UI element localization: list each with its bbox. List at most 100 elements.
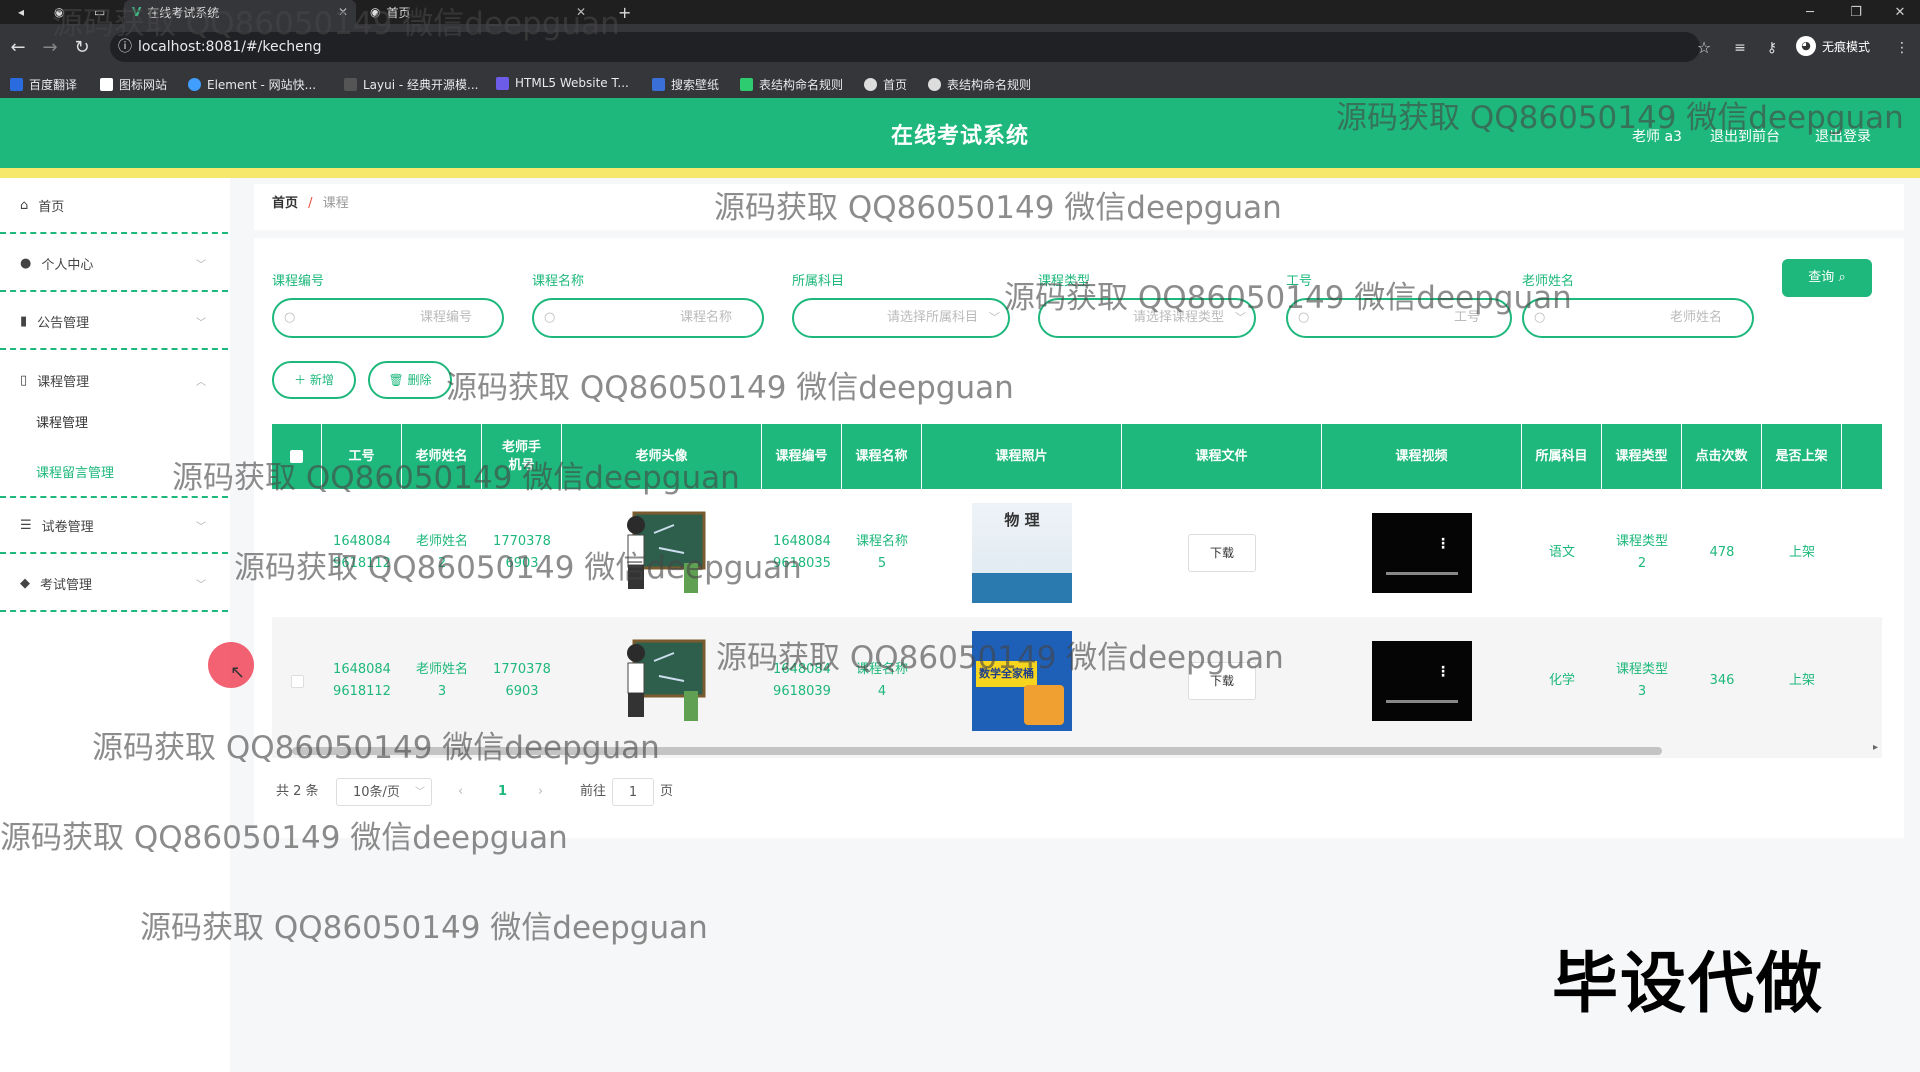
breadcrumb: 首页 / 课程 — [254, 184, 1904, 230]
horizontal-scrollbar[interactable]: ▸ — [272, 742, 1882, 758]
sidebar-item-course[interactable]: ▯ 课程管理 ︿ — [0, 352, 228, 408]
exam-icon: ◆ — [20, 575, 30, 591]
chevron-up-icon: ︿ — [196, 376, 206, 388]
logout-link[interactable]: 退出登录 — [1815, 126, 1871, 146]
reload-icon[interactable]: ↻ — [70, 36, 94, 60]
sidebar-item-label: 首页 — [38, 199, 65, 215]
course-video[interactable]: ⋮ — [1322, 617, 1522, 745]
close-icon[interactable]: ✕ — [338, 5, 348, 19]
bookmark-item[interactable]: Layui - 经典开源模... — [344, 76, 478, 93]
course-icon: ▯ — [20, 372, 28, 388]
teacher-illustration-icon — [627, 511, 706, 593]
bookmark-label: 首页 — [883, 78, 908, 92]
button-label: 查询 — [1808, 270, 1835, 285]
close-window-icon[interactable]: ✕ — [1880, 0, 1920, 24]
sidebar-item-paper[interactable]: ☰ 试卷管理 ﹀ — [0, 498, 228, 554]
key-icon[interactable]: ⚷ — [1760, 36, 1784, 60]
bookmarks-bar: 百度翻译 图标网站 Element - 网站快... Layui - 经典开源模… — [0, 70, 1920, 98]
goto-page-input[interactable]: 1 — [612, 778, 654, 806]
physics-book-cover: 物 理 — [972, 503, 1072, 603]
video-progress[interactable] — [1386, 700, 1458, 703]
cell-course-code: 1648084 9618035 — [773, 534, 831, 571]
delete-button[interactable]: 🗑 删除 — [368, 361, 452, 399]
window-icon[interactable]: ▭ — [86, 0, 116, 24]
bookmark-label: 搜索壁纸 — [671, 78, 720, 92]
course-file: 下载 — [1122, 489, 1322, 617]
next-page-icon[interactable]: › — [538, 778, 543, 806]
bookmark-item[interactable]: 表结构命名规则 — [928, 76, 1031, 93]
url-input[interactable]: ⓘ localhost:8081/#/kecheng — [110, 32, 1700, 62]
add-button[interactable]: ＋ 新增 — [272, 361, 356, 399]
forward-arrow-icon[interactable]: → — [38, 36, 62, 60]
teacher-name-input[interactable]: ○ 老师姓名 — [1522, 298, 1754, 338]
filter-label: 课程类型 — [1038, 274, 1091, 289]
flag-icon — [100, 78, 113, 91]
column-header: 课程名称 — [842, 424, 922, 489]
tab-exam-system[interactable]: V 在线考试系统 ✕ — [124, 0, 356, 24]
scrollbar-thumb[interactable] — [292, 747, 1662, 755]
select-all-checkbox[interactable] — [272, 424, 322, 489]
video-progress[interactable] — [1386, 572, 1458, 575]
course-file: 下载 — [1122, 617, 1322, 745]
sidebar-item-profile[interactable]: ● 个人中心 ﹀ — [0, 236, 228, 292]
reading-list-icon[interactable]: ≡ — [1728, 36, 1752, 60]
download-button[interactable]: 下载 — [1188, 534, 1256, 572]
promo-stamp: 毕设代做 — [1552, 945, 1824, 1022]
page-number-current[interactable]: 1 — [498, 778, 507, 806]
element-icon — [188, 78, 201, 91]
sidebar-sub-comment[interactable]: 课程留言管理 — [36, 462, 114, 481]
incognito-badge[interactable]: ◕ 无痕模式 — [1796, 36, 1870, 56]
video-player[interactable]: ⋮ — [1372, 513, 1472, 593]
back-arrow-icon[interactable]: ← — [6, 36, 30, 60]
search-icon: ○ — [284, 310, 296, 325]
page-size-select[interactable]: 10条/页 ﹀ — [336, 778, 432, 806]
row-checkbox[interactable] — [272, 489, 322, 617]
breadcrumb-home[interactable]: 首页 — [272, 196, 298, 211]
incognito-icon: ◕ — [1796, 36, 1816, 56]
more-vertical-icon[interactable]: ⋮ — [1436, 661, 1450, 683]
more-menu-icon[interactable]: ⋮ — [1890, 36, 1914, 60]
bookmark-item[interactable]: HTML5 Website T... — [496, 76, 629, 90]
prev-page-icon[interactable]: ‹ — [458, 778, 463, 806]
subject-select[interactable]: 请选择所属科目 ﹀ — [792, 298, 1010, 338]
more-vertical-icon[interactable]: ⋮ — [1436, 533, 1450, 555]
sidebar-item-exam[interactable]: ◆ 考试管理 ﹀ — [0, 556, 228, 612]
bookmark-item[interactable]: 表结构命名规则 — [740, 76, 843, 93]
staff-id-input[interactable]: ○ 工号 — [1286, 298, 1512, 338]
sidebar-item-notice[interactable]: ▮ 公告管理 ﹀ — [0, 294, 228, 350]
teacher-avatar — [562, 489, 762, 617]
globe-icon[interactable]: ◉ — [46, 0, 76, 24]
tab-home[interactable]: ◉ 首页 ✕ — [362, 0, 594, 24]
course-type-select[interactable]: 请选择课程类型 ﹀ — [1038, 298, 1256, 338]
bookmark-item[interactable]: 图标网站 — [100, 76, 167, 93]
tab-label: 首页 — [386, 5, 411, 20]
restore-icon[interactable]: ❐ — [1836, 0, 1876, 24]
back-tab-icon[interactable]: ◂ — [10, 0, 40, 24]
scroll-right-icon[interactable]: ▸ — [1873, 742, 1878, 753]
bookmark-item[interactable]: Element - 网站快... — [188, 76, 316, 93]
video-player[interactable]: ⋮ — [1372, 641, 1472, 721]
bookmark-item[interactable]: 搜索壁纸 — [652, 76, 719, 93]
to-front-link[interactable]: 退出到前台 — [1710, 126, 1780, 146]
cell-phone: 1770378 6903 — [493, 534, 551, 571]
sidebar-item-home[interactable]: ⌂ 首页 — [0, 178, 228, 234]
course-video[interactable]: ⋮ — [1322, 489, 1522, 617]
search-icon: ⌕ — [1838, 270, 1846, 285]
close-icon[interactable]: ✕ — [576, 5, 586, 19]
bookmark-item[interactable]: 百度翻译 — [10, 76, 77, 93]
table-row[interactable]: 1648084 9618112 老师姓名 2 1770378 6903 1648… — [272, 489, 1882, 617]
sidebar-sub-course[interactable]: 课程管理 — [36, 412, 88, 431]
new-tab-icon[interactable]: + — [610, 0, 636, 24]
search-button[interactable]: 查询 ⌕ — [1782, 259, 1872, 297]
input-placeholder: 老师姓名 — [1669, 310, 1722, 325]
download-button[interactable]: 下载 — [1188, 662, 1256, 700]
course-name-input[interactable]: ○ 课程名称 — [532, 298, 764, 338]
minimize-icon[interactable]: ─ — [1790, 0, 1830, 24]
star-icon[interactable]: ☆ — [1692, 36, 1716, 60]
row-checkbox[interactable] — [272, 617, 322, 745]
course-code-input[interactable]: ○ 课程编号 — [272, 298, 504, 338]
table-row[interactable]: 1648084 9618112 老师姓名 3 1770378 6903 1648… — [272, 617, 1882, 745]
goto-label: 前往 — [580, 784, 607, 799]
bookmark-item[interactable]: 首页 — [864, 76, 907, 93]
select-placeholder: 请选择所属科目 — [886, 310, 978, 325]
